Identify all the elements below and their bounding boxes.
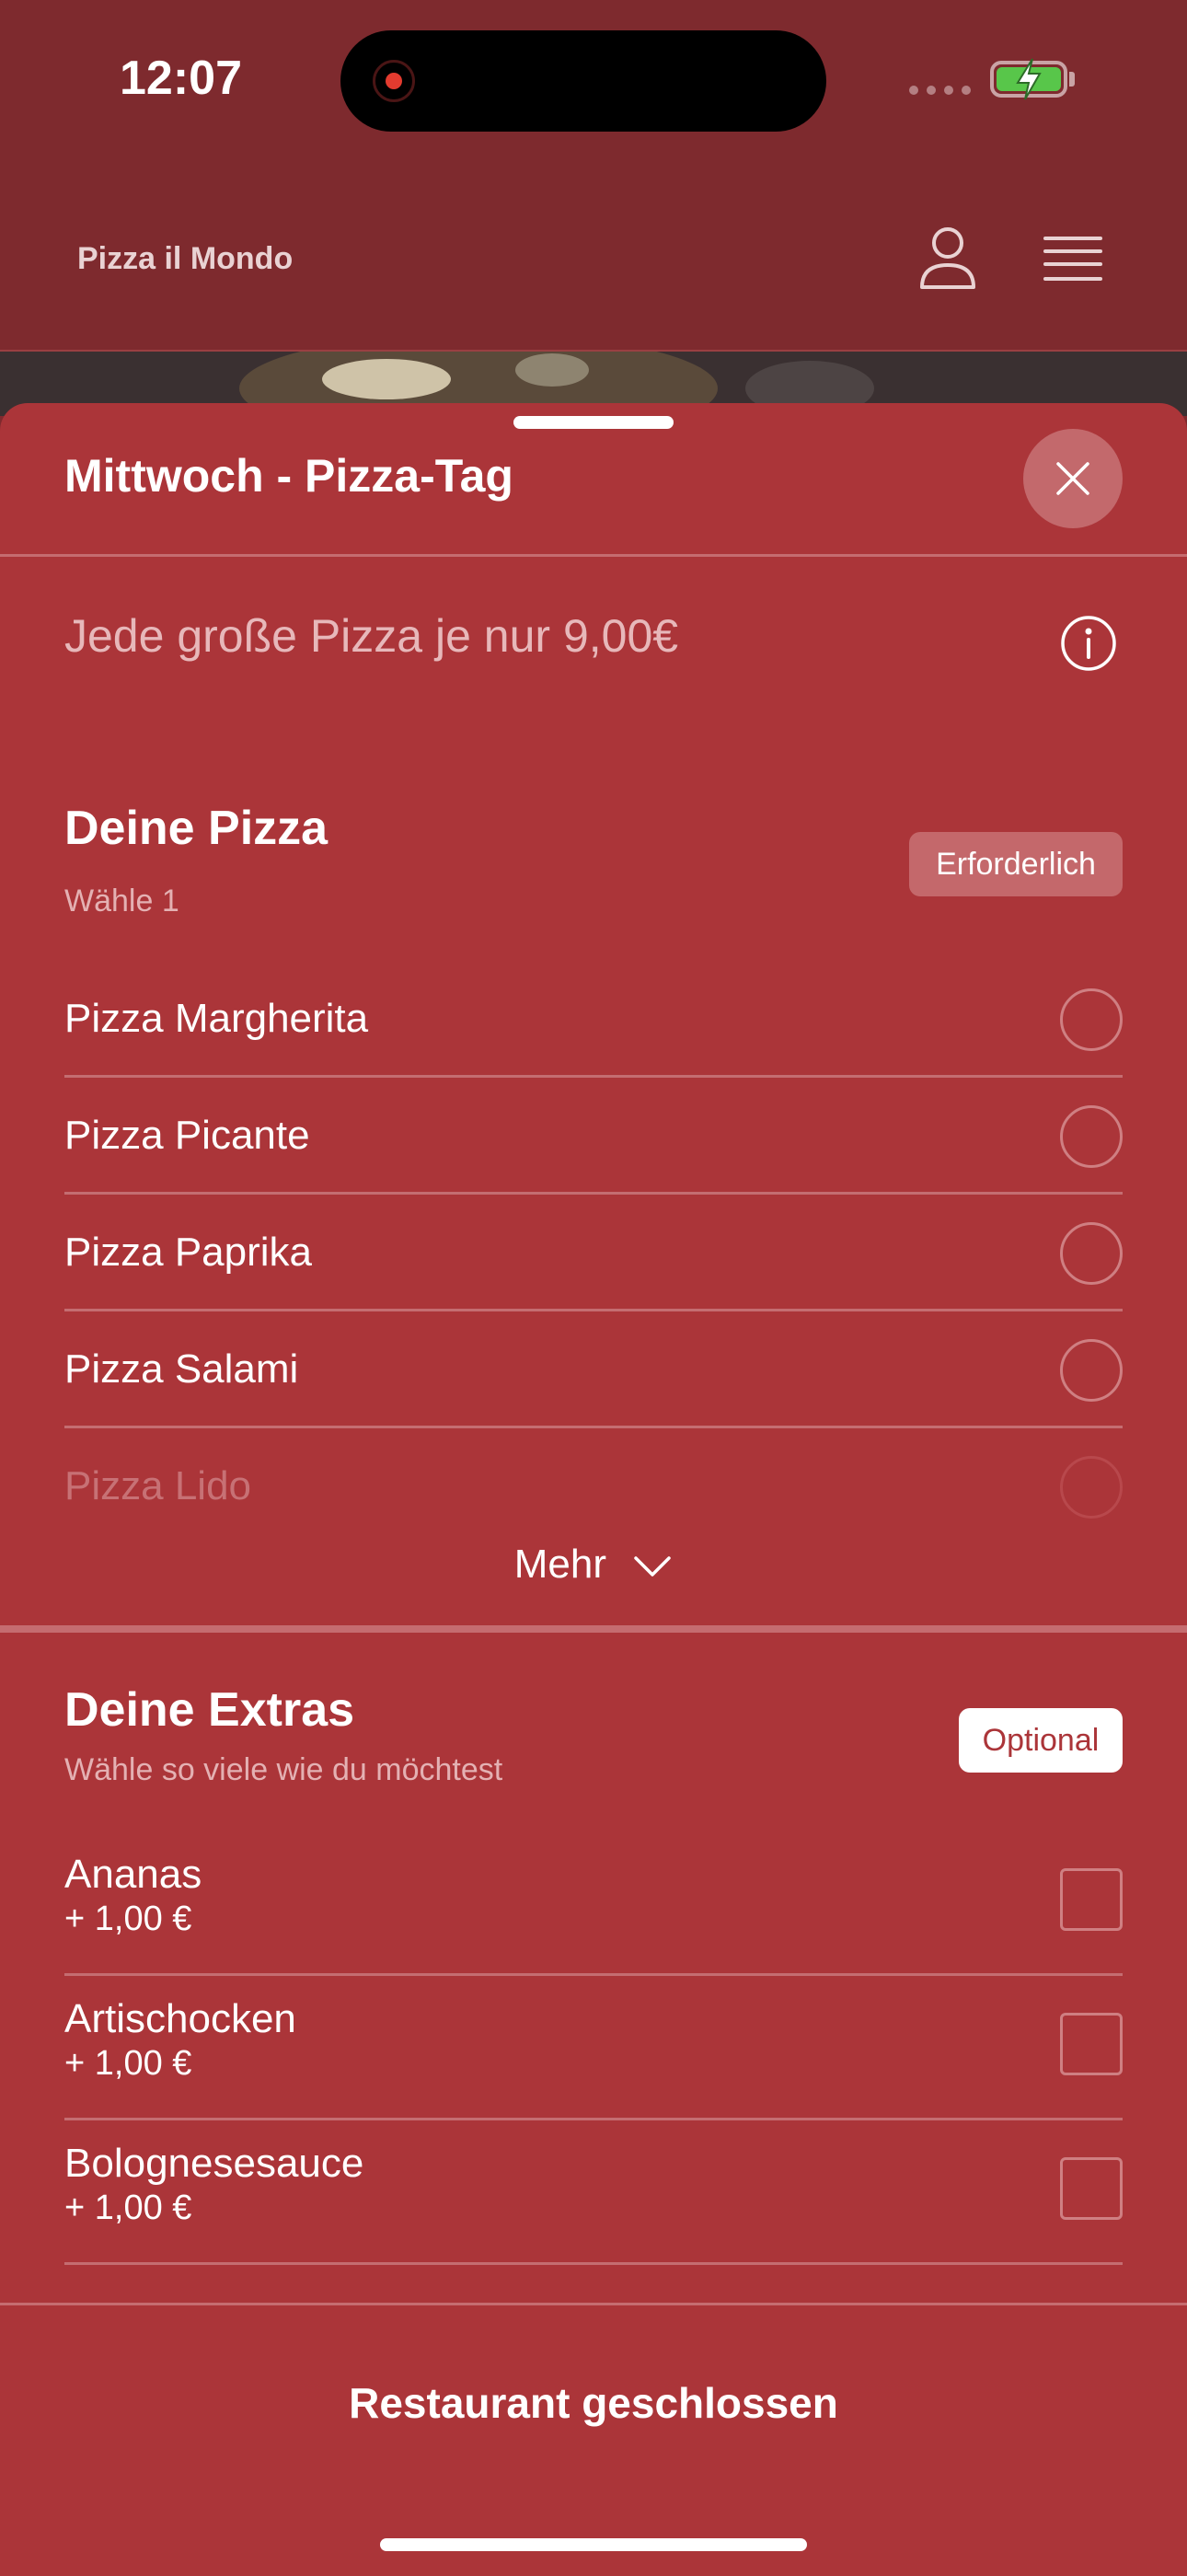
pizza-option[interactable]: Pizza Margherita bbox=[64, 961, 1123, 1078]
pizza-option-label: Pizza Lido bbox=[64, 1463, 252, 1508]
required-badge: Erforderlich bbox=[909, 832, 1123, 896]
home-indicator[interactable] bbox=[380, 2538, 807, 2551]
radio-button[interactable] bbox=[1060, 1339, 1123, 1402]
restaurant-closed-button[interactable]: Restaurant geschlossen bbox=[0, 2378, 1187, 2428]
extra-price: + 1,00 € bbox=[64, 2044, 192, 2083]
checkbox[interactable] bbox=[1060, 2157, 1123, 2220]
extra-name: Bolognesesauce bbox=[64, 2141, 364, 2186]
offer-subtitle: Jede große Pizza je nur 9,00€ bbox=[64, 610, 679, 662]
pizza-option-label: Pizza Paprika bbox=[64, 1230, 313, 1275]
extra-item[interactable]: Bolognesesauce + 1,00 € bbox=[64, 2120, 1123, 2265]
pizza-option[interactable]: Pizza Lido bbox=[64, 1428, 1123, 1545]
radio-button[interactable] bbox=[1060, 988, 1123, 1051]
header-divider bbox=[0, 554, 1187, 557]
drag-handle[interactable] bbox=[513, 416, 674, 429]
pizza-section-title: Deine Pizza bbox=[64, 802, 328, 855]
recording-icon bbox=[373, 60, 415, 102]
pizza-option-label: Pizza Picante bbox=[64, 1113, 310, 1158]
pizza-option-label: Pizza Margherita bbox=[64, 996, 369, 1041]
extra-name: Artischocken bbox=[64, 1996, 296, 2041]
pizza-option[interactable]: Pizza Picante bbox=[64, 1078, 1123, 1195]
charging-icon bbox=[1016, 58, 1042, 100]
pizza-option[interactable]: Pizza Salami bbox=[64, 1311, 1123, 1428]
extra-price: + 1,00 € bbox=[64, 2189, 192, 2227]
checkbox[interactable] bbox=[1060, 1868, 1123, 1931]
extra-item[interactable]: Artischocken + 1,00 € bbox=[64, 1976, 1123, 2120]
section-divider bbox=[0, 1625, 1187, 1633]
radio-button[interactable] bbox=[1060, 1105, 1123, 1168]
pizza-option[interactable]: Pizza Paprika bbox=[64, 1195, 1123, 1311]
sheet-title: Mittwoch - Pizza-Tag bbox=[64, 450, 513, 502]
extra-price: + 1,00 € bbox=[64, 1900, 192, 1938]
pizza-section-hint: Wähle 1 bbox=[64, 884, 179, 918]
extra-name: Ananas bbox=[64, 1852, 202, 1897]
radio-button[interactable] bbox=[1060, 1456, 1123, 1519]
more-button[interactable]: Mehr bbox=[0, 1542, 1187, 1588]
close-icon bbox=[1056, 462, 1089, 495]
close-button[interactable] bbox=[1023, 429, 1123, 528]
status-time: 12:07 bbox=[120, 52, 242, 105]
signal-icon bbox=[909, 86, 971, 95]
optional-badge: Optional bbox=[959, 1708, 1123, 1773]
footer-bar bbox=[0, 2303, 1187, 2576]
checkbox[interactable] bbox=[1060, 2013, 1123, 2075]
more-label: Mehr bbox=[513, 1542, 606, 1587]
user-icon[interactable] bbox=[918, 225, 977, 291]
menu-icon[interactable] bbox=[1043, 235, 1102, 283]
battery-cap bbox=[1069, 72, 1075, 87]
extras-section-title: Deine Extras bbox=[64, 1683, 355, 1737]
info-icon[interactable] bbox=[1060, 615, 1117, 672]
extras-section-hint: Wähle so viele wie du möchtest bbox=[64, 1752, 503, 1787]
brand-title[interactable]: Pizza il Mondo bbox=[77, 241, 293, 277]
radio-button[interactable] bbox=[1060, 1222, 1123, 1285]
extra-item[interactable]: Ananas + 1,00 € bbox=[64, 1831, 1123, 1976]
pizza-option-label: Pizza Salami bbox=[64, 1346, 299, 1392]
chevron-down-icon bbox=[634, 1556, 671, 1577]
